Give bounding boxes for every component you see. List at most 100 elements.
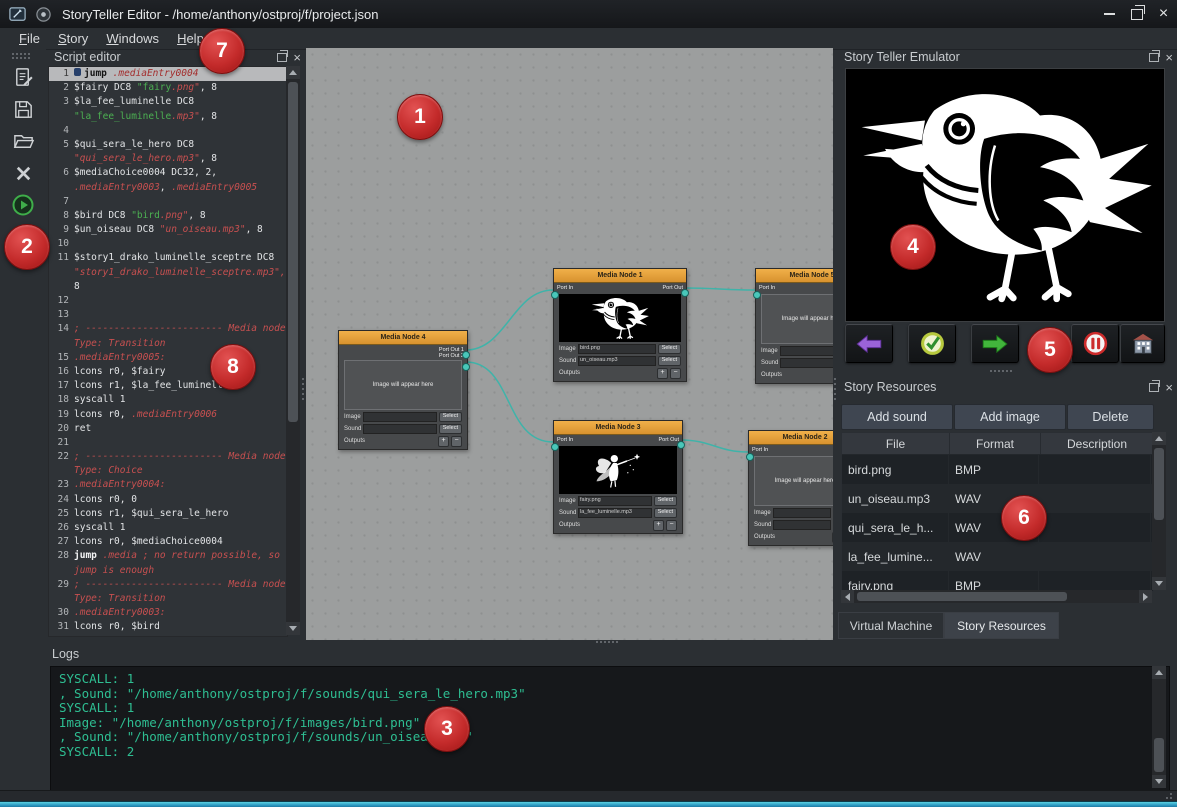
new-script-button[interactable] (10, 64, 36, 90)
script-line[interactable]: 9$un_oiseau DC8 "un_oiseau.mp3", 8 (49, 223, 287, 237)
script-line[interactable]: 17lcons r1, $la_fee_luminelle (49, 379, 287, 393)
script-line[interactable]: 18syscall 1 (49, 393, 287, 407)
column-header[interactable]: Format (950, 433, 1041, 454)
scroll-left-button[interactable] (841, 590, 854, 603)
node-connection-wire[interactable] (685, 288, 755, 290)
app-menu-icon[interactable] (8, 5, 27, 24)
output-port[interactable] (677, 441, 685, 449)
table-row[interactable]: qui_sera_le_h...WAV (842, 513, 1153, 542)
script-line[interactable]: 31lcons r0, $bird (49, 620, 287, 634)
table-row[interactable]: un_oiseau.mp3WAV (842, 484, 1153, 513)
script-line[interactable]: 1jump .mediaEntry0004 (49, 67, 287, 81)
script-line[interactable]: Type: Transition (49, 337, 287, 351)
script-line[interactable]: 29; ------------------------ Media node (49, 578, 287, 592)
remove-output-button[interactable]: − (670, 368, 681, 379)
node-title[interactable]: Media Node 1 (554, 269, 686, 283)
script-line[interactable]: 32lcons r1, $un_oiseau (49, 635, 287, 638)
script-line[interactable]: 5$qui_sera_le_hero DC8 (49, 138, 287, 152)
resize-grip[interactable] (1170, 793, 1172, 795)
media-node[interactable]: Media Node 3Port InPort OutImagefairy.pn… (553, 420, 683, 534)
script-line[interactable]: "la_fee_luminelle.mp3", 8 (49, 110, 287, 124)
media-node[interactable]: Media Node 2Port InPort OutImage will ap… (748, 430, 833, 546)
titlebar[interactable]: StoryTeller Editor - /home/anthony/ostpr… (0, 0, 1177, 29)
node-connection-wire[interactable] (681, 440, 748, 452)
script-line[interactable]: 22; ------------------------ Media node (49, 450, 287, 464)
script-line[interactable]: 28jump .media ; no return possible, so a (49, 549, 287, 563)
menu-story[interactable]: Story (49, 29, 97, 48)
menu-windows[interactable]: Windows (97, 29, 168, 48)
script-line[interactable]: 14; ------------------------ Media node (49, 322, 287, 336)
table-row[interactable]: la_fee_lumine...WAV (842, 542, 1153, 571)
add-output-button[interactable]: + (653, 520, 664, 531)
maximize-button[interactable] (1123, 0, 1150, 28)
input-port[interactable] (551, 291, 559, 299)
script-line[interactable]: 7 (49, 195, 287, 209)
media-node[interactable]: Media Node 4Port Out 1Port Out 2Image wi… (338, 330, 468, 450)
script-line[interactable]: "story1_drako_luminelle_sceptre.mp3", (49, 266, 287, 280)
table-row[interactable]: fairy.pngBMP (842, 571, 1153, 592)
script-line[interactable]: 12 (49, 294, 287, 308)
script-line[interactable]: 20ret (49, 422, 287, 436)
script-line[interactable]: 25lcons r1, $qui_sera_le_hero (49, 507, 287, 521)
script-line[interactable]: "qui_sera_le_hero.mp3", 8 (49, 152, 287, 166)
node-connection-wire[interactable] (466, 362, 553, 442)
script-line[interactable]: Type: Choice (49, 464, 287, 478)
previous-button[interactable] (845, 324, 893, 363)
script-line[interactable]: 10 (49, 237, 287, 251)
script-line[interactable]: 23.mediaEntry0004: (49, 478, 287, 492)
close-dock-icon[interactable]: × (1165, 381, 1173, 394)
logs-scrollbar[interactable] (1152, 666, 1166, 788)
script-line[interactable]: 19lcons r0, .mediaEntry0006 (49, 408, 287, 422)
media-node[interactable]: Media Node 5Port InPort OutImage will ap… (755, 268, 833, 384)
scroll-up-button[interactable] (1152, 666, 1166, 679)
table-row[interactable]: bird.pngBMP (842, 455, 1153, 484)
script-line[interactable]: .mediaEntry0003, .mediaEntry0005 (49, 181, 287, 195)
delete-button[interactable]: Delete (1067, 404, 1154, 430)
script-editor[interactable]: 1jump .mediaEntry00042$fairy DC8 "fairy.… (48, 66, 288, 637)
scroll-down-button[interactable] (1152, 775, 1166, 788)
script-line[interactable]: 8 (49, 280, 287, 294)
emulator-resources-splitter[interactable] (838, 366, 1172, 376)
save-button[interactable] (10, 96, 36, 122)
build-button[interactable] (10, 160, 36, 186)
script-line[interactable]: 21 (49, 436, 287, 450)
script-line[interactable]: 6$mediaChoice0004 DC32, 2, (49, 166, 287, 180)
script-line[interactable]: jump is enough (49, 564, 287, 578)
select-sound-button[interactable]: Select (654, 508, 677, 518)
minimize-button[interactable] (1096, 0, 1123, 28)
script-line[interactable]: 3$la_fee_luminelle DC8 (49, 95, 287, 109)
scrollbar-thumb[interactable] (1154, 738, 1164, 772)
select-image-button[interactable]: Select (439, 412, 462, 422)
close-button[interactable]: × (1150, 0, 1177, 28)
scrollbar-thumb[interactable] (1154, 448, 1164, 520)
open-project-button[interactable] (10, 128, 36, 154)
add-sound-button[interactable]: Add sound (841, 404, 953, 430)
input-port[interactable] (753, 291, 761, 299)
node-connection-wire[interactable] (466, 290, 553, 350)
script-line[interactable]: 24lcons r0, 0 (49, 493, 287, 507)
add-image-button[interactable]: Add image (954, 404, 1066, 430)
run-button[interactable] (10, 192, 36, 218)
node-title[interactable]: Media Node 4 (339, 331, 467, 345)
close-dock-icon[interactable]: × (1165, 51, 1173, 64)
script-line[interactable]: 27lcons r0, $mediaChoice0004 (49, 535, 287, 549)
script-line[interactable]: 11$story1_drako_luminelle_sceptre DC8 (49, 251, 287, 265)
tab-story-resources[interactable]: Story Resources (944, 612, 1059, 639)
input-port[interactable] (746, 453, 754, 461)
remove-output-button[interactable]: − (451, 436, 462, 447)
add-output-button[interactable]: + (657, 368, 668, 379)
menu-file[interactable]: File (10, 29, 49, 48)
node-graph-canvas[interactable]: Media Node 4Port Out 1Port Out 2Image wi… (306, 48, 833, 640)
add-output-button[interactable]: + (438, 436, 449, 447)
scroll-up-button[interactable] (286, 66, 300, 79)
toolbar-drag-handle[interactable] (12, 53, 14, 55)
resources-table[interactable]: FileFormatDescription bird.pngBMPun_oise… (841, 432, 1154, 592)
logs-output[interactable]: SYSCALL: 1, Sound: "/home/anthony/ostpro… (50, 666, 1170, 800)
pause-button[interactable] (1071, 324, 1119, 363)
script-line[interactable]: 4 (49, 124, 287, 138)
node-title[interactable]: Media Node 2 (749, 431, 833, 445)
output-port[interactable] (462, 351, 470, 359)
script-line[interactable]: 26syscall 1 (49, 521, 287, 535)
resources-v-scrollbar[interactable] (1152, 432, 1166, 590)
column-header[interactable]: File (842, 433, 950, 454)
